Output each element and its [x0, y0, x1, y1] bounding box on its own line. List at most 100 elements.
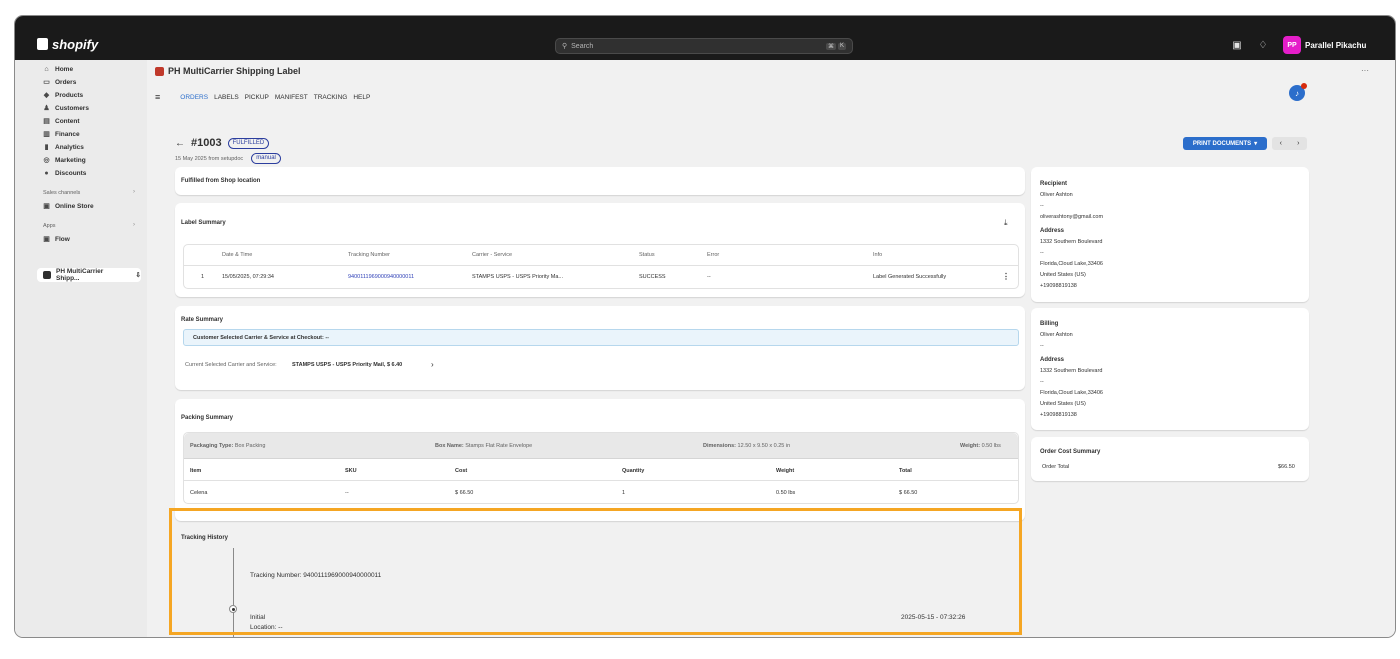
chevron-down-icon: ▾	[1254, 141, 1258, 147]
column-header: Date & Time	[222, 252, 253, 258]
recipient-phone: +19098819138	[1040, 283, 1077, 289]
box-name-label: Box Name:	[435, 443, 464, 449]
sidebar-item-label: Marketing	[55, 156, 86, 164]
tracking-number-link[interactable]: 9400111969000940000011	[348, 274, 414, 280]
sidebar-item-label: PH MultiCarrier Shipp...	[56, 268, 104, 282]
item-quantity: 1	[622, 490, 626, 496]
packing-table: Packaging Type: Box Packing Box Name: St…	[183, 432, 1019, 504]
tab-pickup[interactable]: PICKUP	[245, 94, 269, 101]
pin-icon[interactable]: ⇩	[136, 271, 141, 279]
sidebar-item-label: Orders	[55, 78, 77, 86]
recipient-address-line1: 1332 Southern Boulevard	[1040, 239, 1103, 245]
chevron-right-icon[interactable]: ›	[431, 360, 434, 369]
recipient-card: Recipient Oliver Ashton -- oliverashtony…	[1031, 167, 1309, 302]
search-shortcut: ⌘ K	[825, 42, 846, 50]
weight-label: Weight:	[960, 443, 981, 449]
sidebar-item-label: Customers	[55, 104, 89, 112]
tab-tracking[interactable]: TRACKING	[314, 94, 348, 101]
image-icon: ▤	[43, 117, 50, 125]
sidebar-item-content[interactable]: ▤ Content	[43, 116, 80, 126]
label-summary-card: Label Summary ⤓ Date & Time Tracking Num…	[175, 203, 1025, 297]
billing-address-line2: --	[1040, 379, 1044, 385]
recipient-company: --	[1040, 203, 1044, 209]
tab-orders[interactable]: ORDERS	[180, 94, 208, 101]
print-documents-button[interactable]: PRINT DOCUMENTS ▾	[1183, 137, 1267, 150]
sidebar-item-marketing[interactable]: ◎ Marketing	[43, 155, 86, 165]
row-status: SUCCESS	[639, 274, 666, 280]
billing-name: Oliver Ashton	[1040, 332, 1073, 338]
row-info: Label Generated Successfully	[873, 274, 947, 280]
chat-icon[interactable]: ▣	[1231, 40, 1243, 52]
notification-bell-icon[interactable]: ♢	[1257, 40, 1269, 52]
label-summary-title: Label Summary	[181, 220, 226, 226]
order-subtitle: 15 May 2025 from setupdoc	[175, 155, 244, 162]
tab-help[interactable]: HELP	[353, 94, 370, 101]
recipient-address-line2: --	[1040, 250, 1044, 256]
row-actions-icon[interactable]: ⋮	[1002, 272, 1010, 281]
avatar[interactable]: PP	[1283, 36, 1301, 54]
notification-bell-icon[interactable]: ♪	[1289, 83, 1307, 101]
apps-section[interactable]: Apps	[43, 223, 56, 229]
packaging-type: Packaging Type: Box Packing	[190, 443, 265, 449]
sidebar-item-discounts[interactable]: ● Discounts	[43, 168, 86, 178]
bank-icon: ▥	[43, 130, 50, 138]
app-header: PH MultiCarrier Shipping Label	[155, 66, 301, 76]
home-icon: ⌂	[44, 65, 49, 73]
sidebar-item-ph-multicarrier[interactable]: PH MultiCarrier Shipp... ⇩	[37, 268, 141, 282]
app-icon	[43, 271, 51, 279]
notification-dot	[1301, 83, 1307, 89]
sidebar-item-label: Content	[55, 117, 80, 125]
column-header: Weight	[776, 468, 795, 474]
shopify-logo[interactable]: shopify	[37, 36, 99, 52]
sidebar-item-flow[interactable]: ▣ Flow	[43, 234, 70, 244]
store-name[interactable]: Parallel Pikachu	[1305, 41, 1366, 50]
divider	[184, 265, 1018, 266]
current-selected-value: STAMPS USPS - USPS Priority Mail, $ 6.40	[292, 362, 403, 368]
item-sku: --	[345, 490, 349, 496]
item-weight: 0.50 lbs	[776, 490, 796, 496]
packaging-type-label: Packaging Type:	[190, 443, 234, 449]
search-input[interactable]: ⚲ Search ⌘ K	[555, 38, 853, 54]
sales-channels-section[interactable]: Sales channels	[43, 190, 80, 196]
more-options-icon[interactable]: ···	[1361, 66, 1369, 75]
column-header: Cost	[455, 468, 468, 474]
highlight-box	[169, 508, 1022, 635]
chevron-right-icon[interactable]: ›	[133, 189, 135, 195]
download-icon[interactable]: ⤓	[1004, 218, 1008, 228]
chevron-right-icon[interactable]: ›	[133, 222, 135, 228]
recipient-email: oliverashtony@gmail.com	[1040, 214, 1104, 220]
brand-name: shopify	[52, 36, 99, 52]
column-header: Quantity	[622, 468, 645, 474]
app-logo-icon	[155, 66, 164, 76]
packing-summary-card: Packing Summary Packaging Type: Box Pack…	[175, 399, 1025, 521]
sidebar-item-label: Flow	[55, 235, 70, 243]
weight-value: 0.50 lbs	[981, 443, 1001, 449]
order-total-value: $66.50	[1278, 464, 1295, 470]
sidebar-item-customers[interactable]: ♟ Customers	[43, 103, 89, 113]
rate-summary-title: Rate Summary	[181, 317, 224, 323]
customer-selected-banner: Customer Selected Carrier & Service at C…	[183, 329, 1019, 346]
tab-labels[interactable]: LABELS	[214, 94, 239, 101]
column-header: Carrier - Service	[472, 252, 513, 258]
column-header: Info	[873, 252, 883, 258]
next-order-button[interactable]: ›	[1297, 140, 1299, 147]
sidebar-item-home[interactable]: ⌂ Home	[43, 64, 73, 74]
sidebar-item-online-store[interactable]: ▣ Online Store	[43, 201, 93, 211]
app-nav: ≡ ORDERS LABELS PICKUP MANIFEST TRACKING…	[155, 92, 370, 102]
sidebar-item-finance[interactable]: ▥ Finance	[43, 129, 79, 139]
flow-icon: ▣	[43, 235, 50, 243]
column-header: SKU	[345, 468, 357, 474]
menu-icon[interactable]: ≡	[155, 92, 160, 102]
back-arrow-icon[interactable]: ←	[175, 138, 185, 149]
sidebar-item-analytics[interactable]: ▮ Analytics	[43, 142, 84, 152]
column-header: Status	[639, 252, 655, 258]
fulfilled-text: Fulfilled from Shop location	[181, 178, 261, 184]
billing-title: Billing	[1040, 321, 1059, 327]
dimensions-label: Dimensions:	[703, 443, 737, 449]
sidebar-item-products[interactable]: ◆ Products	[43, 90, 83, 100]
app-title: PH MultiCarrier Shipping Label	[168, 66, 301, 76]
sidebar-item-orders[interactable]: ▭ Orders	[43, 77, 76, 87]
previous-order-button[interactable]: ‹	[1280, 140, 1282, 147]
tab-manifest[interactable]: MANIFEST	[275, 94, 308, 101]
weight: Weight: 0.50 lbs	[960, 443, 1001, 449]
